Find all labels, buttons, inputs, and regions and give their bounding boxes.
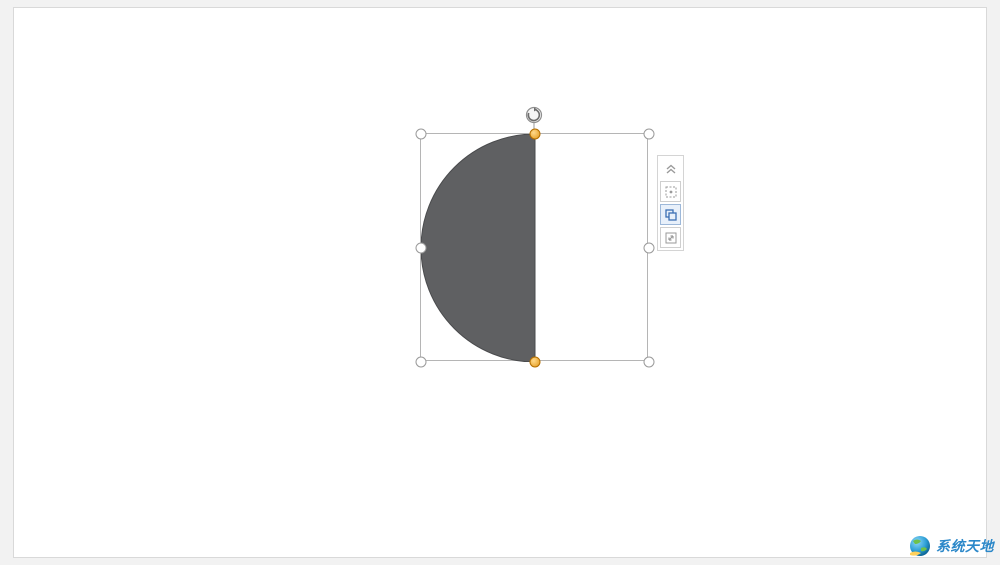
resize-arrow-icon bbox=[664, 231, 678, 245]
adjust-handle-top[interactable] bbox=[530, 129, 541, 140]
resize-handle-se[interactable] bbox=[644, 357, 655, 368]
tool-multi-shape-button[interactable] bbox=[660, 204, 681, 225]
center-target-icon bbox=[664, 185, 678, 199]
resize-handle-ne[interactable] bbox=[644, 129, 655, 140]
watermark: 系统天地 bbox=[906, 533, 994, 559]
tool-center-button[interactable] bbox=[660, 181, 681, 202]
resize-handle-w[interactable] bbox=[416, 243, 427, 254]
shape-tool-palette bbox=[657, 155, 684, 251]
chevron-double-up-icon bbox=[664, 162, 678, 176]
adjust-handle-bottom[interactable] bbox=[530, 357, 541, 368]
tool-collapse-button[interactable] bbox=[660, 158, 681, 179]
resize-handle-sw[interactable] bbox=[416, 357, 427, 368]
resize-handle-nw[interactable] bbox=[416, 129, 427, 140]
half-circle-shape[interactable] bbox=[421, 134, 649, 362]
watermark-text: 系统天地 bbox=[936, 536, 994, 556]
resize-handle-e[interactable] bbox=[644, 243, 655, 254]
selection-bounding-box[interactable] bbox=[420, 133, 648, 361]
editor-canvas[interactable] bbox=[13, 7, 987, 558]
rotate-handle[interactable] bbox=[525, 106, 543, 124]
globe-icon bbox=[906, 533, 932, 559]
tool-resize-button[interactable] bbox=[660, 227, 681, 248]
overlapping-squares-icon bbox=[664, 208, 678, 222]
